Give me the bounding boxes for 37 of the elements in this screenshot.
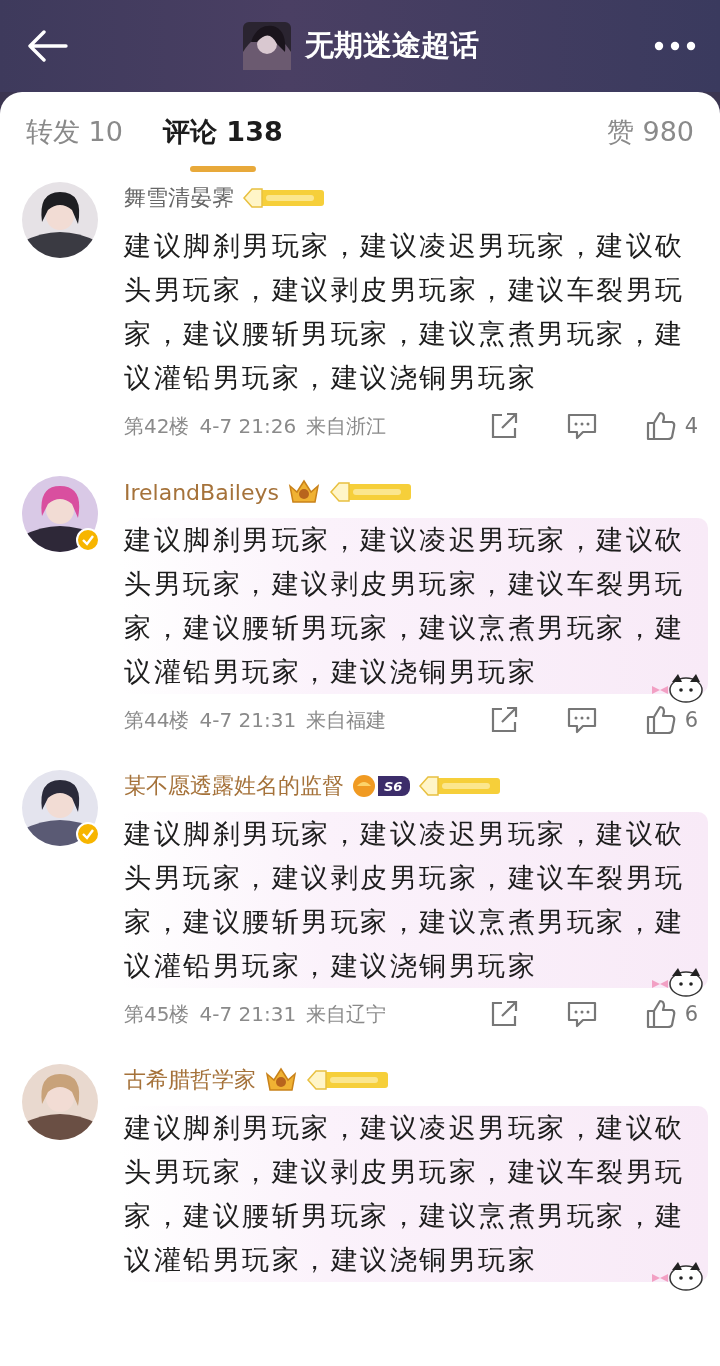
topic-title: 无期迷途超话 — [305, 27, 479, 64]
like-count: 4 — [684, 414, 698, 438]
comment-text: 建议脚刹男玩家，建议凌迟男玩家，建议砍头男玩家，建议剥皮男玩家，建议车裂男玩家，建议腰斩男玩家，建议烹煮男玩家，建议灌铅男玩家，建议浇铜男玩家 — [123, 229, 686, 395]
medal-icon — [242, 187, 326, 209]
like-icon[interactable] — [644, 998, 677, 1030]
comment-time: 4-7 21:31 — [199, 1002, 297, 1026]
crown-icon — [264, 1066, 298, 1094]
like-count: 6 — [684, 1002, 698, 1026]
comment-location: 来自辽宁 — [306, 1000, 388, 1028]
level-badge: S6 — [378, 776, 411, 796]
user-name[interactable]: IrelandBaileys — [124, 479, 279, 505]
more-icon[interactable] — [654, 41, 696, 51]
floor-number: 第42楼 — [124, 412, 190, 440]
crown-icon — [286, 478, 321, 506]
floor-number: 第45楼 — [124, 1000, 190, 1028]
comment-time: 4-7 21:31 — [199, 708, 297, 732]
reply-icon[interactable] — [566, 1000, 597, 1028]
reply-icon[interactable] — [566, 706, 597, 734]
comment-time: 4-7 21:26 — [199, 414, 297, 438]
user-name[interactable]: 古希腊哲学家 — [124, 1065, 256, 1095]
fruit-icon — [352, 774, 376, 798]
medal-icon — [306, 1069, 390, 1091]
back-icon[interactable] — [26, 30, 68, 62]
comment-location: 来自浙江 — [306, 412, 388, 440]
user-name[interactable]: 舞雪清晏霁 — [124, 183, 234, 213]
like-icon[interactable] — [644, 704, 677, 736]
tab[interactable]: 评论 138 — [162, 114, 283, 172]
tab[interactable]: 转发 10 — [26, 114, 123, 172]
user-name[interactable]: 某不愿透露姓名的监督 — [124, 771, 344, 801]
comment-location: 来自福建 — [306, 706, 388, 734]
medal-icon — [418, 775, 503, 797]
reply-icon[interactable] — [566, 412, 597, 440]
floor-number: 第44楼 — [124, 706, 190, 734]
tab[interactable]: 赞 980 — [606, 114, 694, 172]
like-count: 6 — [684, 708, 698, 732]
like-icon[interactable] — [644, 410, 677, 442]
medal-icon — [328, 481, 413, 503]
